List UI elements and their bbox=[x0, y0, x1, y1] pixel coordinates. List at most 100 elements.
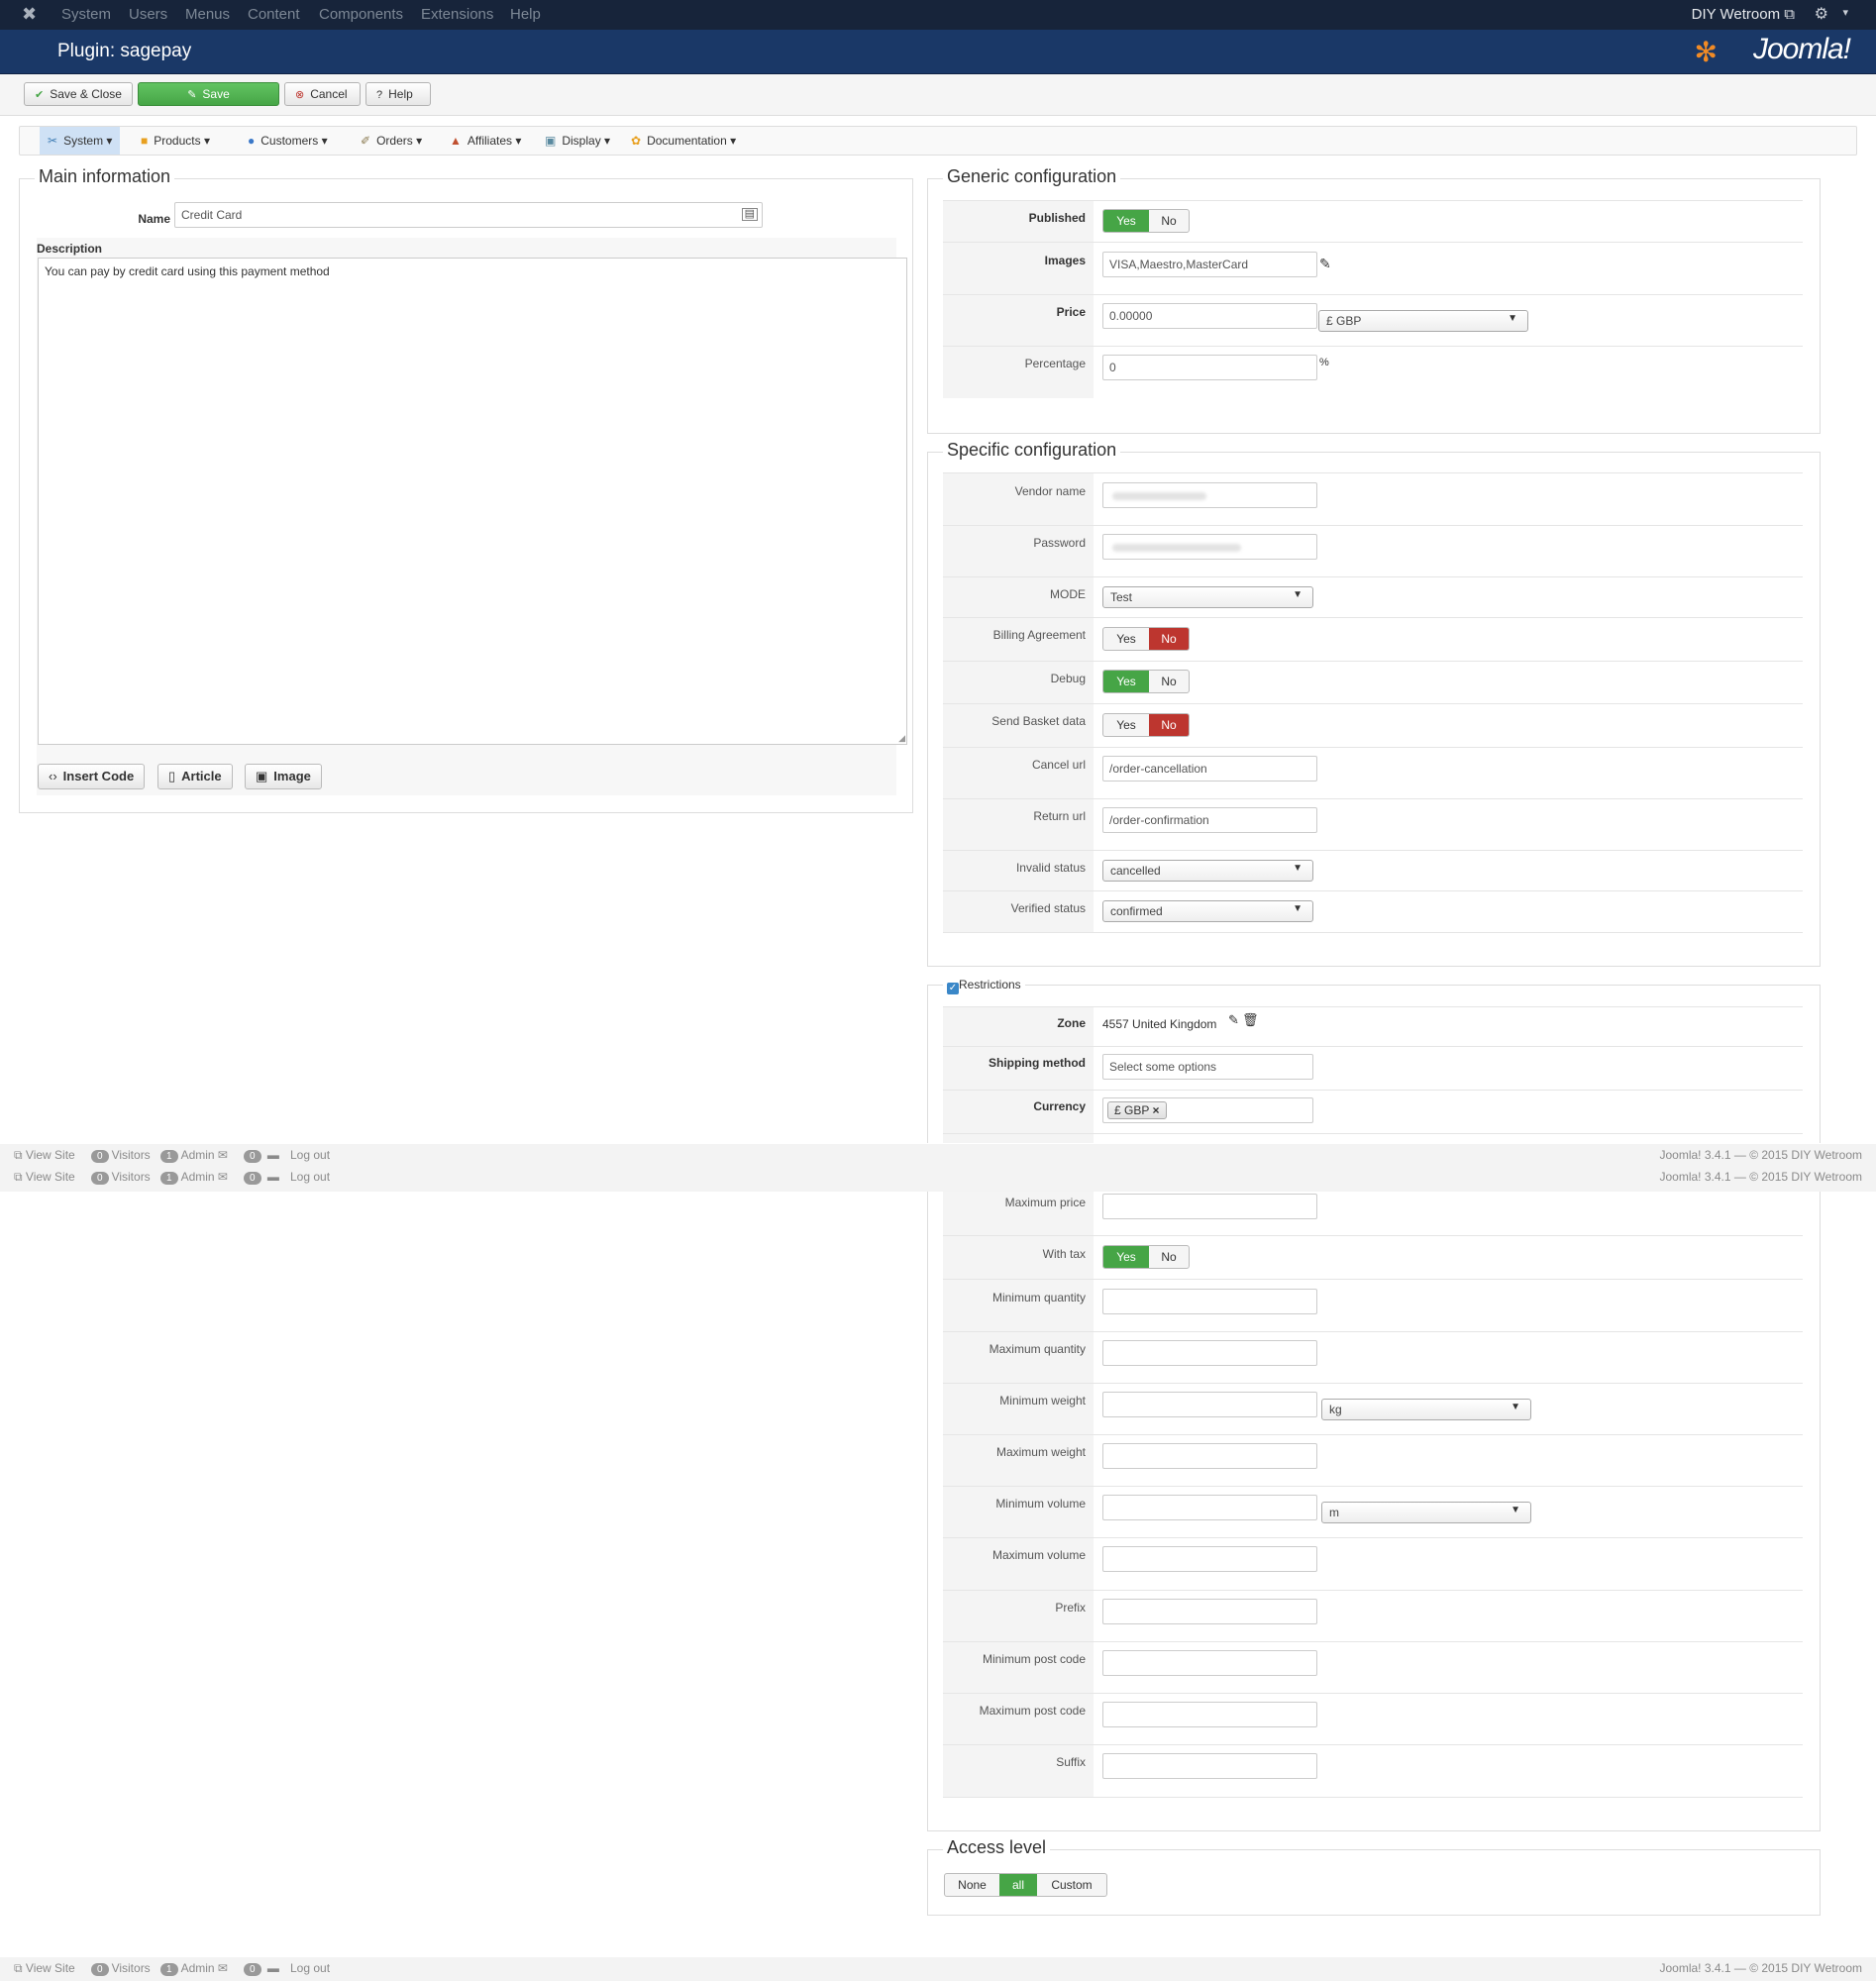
row-divider bbox=[943, 1434, 1803, 1435]
nav-products[interactable]: ■ Products ▾ bbox=[133, 127, 218, 155]
menu-content[interactable]: Content bbox=[248, 6, 300, 23]
debug-toggle[interactable]: Yes No bbox=[1102, 670, 1190, 693]
restrictions-checkbox[interactable]: ✓ bbox=[947, 983, 959, 994]
row-divider bbox=[943, 1797, 1803, 1798]
affiliates-icon: ▲ bbox=[450, 134, 462, 148]
prefix-label: Prefix bbox=[1055, 1601, 1086, 1615]
view-site-link[interactable]: ⧉ View Site bbox=[14, 1148, 75, 1163]
weight-unit-select[interactable]: kg ▼ bbox=[1321, 1399, 1531, 1420]
password-label: Password bbox=[1033, 536, 1086, 550]
messages-count[interactable]: 0 ▬ bbox=[244, 1170, 279, 1185]
nav-affiliates[interactable]: ▲ Affiliates ▾ bbox=[442, 127, 529, 155]
view-site-link[interactable]: ⧉ View Site bbox=[14, 1961, 75, 1976]
maximum-weight-input[interactable] bbox=[1102, 1443, 1317, 1469]
basket-yes[interactable]: Yes bbox=[1103, 714, 1149, 736]
messages-count[interactable]: 0 ▬ bbox=[244, 1961, 279, 1976]
with-tax-yes[interactable]: Yes bbox=[1103, 1246, 1149, 1268]
nav-orders[interactable]: ✐ Orders ▾ bbox=[353, 127, 430, 155]
site-link[interactable]: DIY Wetroom ⧉ bbox=[1692, 6, 1795, 23]
with-tax-toggle[interactable]: Yes No bbox=[1102, 1245, 1190, 1269]
caret-down-icon[interactable]: ▾ bbox=[1842, 6, 1848, 19]
return-url-input[interactable]: /order-confirmation bbox=[1102, 807, 1317, 833]
nav-customers[interactable]: ● Customers ▾ bbox=[240, 127, 336, 155]
mode-select[interactable]: Test ▼ bbox=[1102, 586, 1313, 608]
menu-extensions[interactable]: Extensions bbox=[421, 6, 493, 23]
price-currency-select[interactable]: £ GBP ▼ bbox=[1318, 310, 1528, 332]
maximum-post-code-input[interactable] bbox=[1102, 1702, 1317, 1727]
image-button[interactable]: ▣ Image bbox=[245, 764, 322, 789]
billing-no[interactable]: No bbox=[1149, 628, 1189, 650]
trash-icon[interactable]: 🗑 bbox=[1242, 1012, 1259, 1028]
logout-link[interactable]: Log out bbox=[290, 1961, 330, 1975]
access-custom[interactable]: Custom bbox=[1037, 1874, 1106, 1896]
debug-no[interactable]: No bbox=[1149, 671, 1189, 692]
minimum-weight-input[interactable] bbox=[1102, 1392, 1317, 1417]
verified-status-select[interactable]: confirmed ▼ bbox=[1102, 900, 1313, 922]
minimum-volume-label: Minimum volume bbox=[995, 1497, 1086, 1511]
logout-link[interactable]: Log out bbox=[290, 1148, 330, 1162]
shipping-method-select[interactable]: Select some options bbox=[1102, 1054, 1313, 1080]
minimum-post-code-input[interactable] bbox=[1102, 1650, 1317, 1676]
resize-handle-icon[interactable]: ◢ bbox=[898, 733, 905, 744]
language-icon[interactable]: ▤ bbox=[741, 208, 758, 221]
row-divider bbox=[943, 525, 1803, 526]
save-close-button[interactable]: ✔ Save & Close bbox=[24, 82, 133, 106]
maximum-volume-input[interactable] bbox=[1102, 1546, 1317, 1572]
volume-unit-select[interactable]: m ▼ bbox=[1321, 1502, 1531, 1523]
pencil-icon[interactable]: ✎ bbox=[1228, 1012, 1239, 1028]
bottom-status-bar: ⧉ View Site 0 Visitors 1 Admin ✉ 0 ▬ Log o… bbox=[0, 1957, 1876, 1981]
specific-configuration-legend: Specific configuration bbox=[943, 440, 1121, 461]
maximum-price-input[interactable] bbox=[1102, 1194, 1317, 1219]
send-basket-toggle[interactable]: Yes No bbox=[1102, 713, 1190, 737]
description-textarea[interactable]: You can pay by credit card using this pa… bbox=[38, 258, 907, 745]
debug-yes[interactable]: Yes bbox=[1103, 671, 1149, 692]
messages-count[interactable]: 0 ▬ bbox=[244, 1148, 279, 1163]
insert-code-button[interactable]: ‹› Insert Code bbox=[38, 764, 146, 789]
nav-documentation[interactable]: ✿ Documentation ▾ bbox=[623, 127, 744, 155]
minimum-quantity-input[interactable] bbox=[1102, 1289, 1317, 1314]
joomla-icon[interactable]: ✖ bbox=[22, 4, 37, 25]
cancel-button[interactable]: ⊗ Cancel bbox=[284, 82, 361, 106]
published-no[interactable]: No bbox=[1149, 210, 1189, 232]
logout-link[interactable]: Log out bbox=[290, 1170, 330, 1184]
access-none[interactable]: None bbox=[945, 1874, 999, 1896]
menu-help[interactable]: Help bbox=[510, 6, 541, 23]
save-label: Save bbox=[202, 87, 230, 101]
maximum-quantity-input[interactable] bbox=[1102, 1340, 1317, 1366]
price-input[interactable]: 0.00000 bbox=[1102, 303, 1317, 329]
images-input[interactable]: VISA,Maestro,MasterCard bbox=[1102, 252, 1317, 277]
published-toggle[interactable]: Yes No bbox=[1102, 209, 1190, 233]
pencil-icon[interactable]: ✎ bbox=[1319, 256, 1331, 272]
name-input[interactable]: Credit Card ▤ bbox=[174, 202, 763, 228]
verified-status-label: Verified status bbox=[1010, 901, 1086, 915]
minimum-volume-input[interactable] bbox=[1102, 1495, 1317, 1520]
copyright-label: © 2015 DIY Wetroom bbox=[1749, 1148, 1862, 1162]
save-button[interactable]: ✎ Save bbox=[138, 82, 279, 106]
remove-icon[interactable]: × bbox=[1152, 1103, 1159, 1117]
cancel-url-input[interactable]: /order-cancellation bbox=[1102, 756, 1317, 782]
prefix-input[interactable] bbox=[1102, 1599, 1317, 1624]
with-tax-no[interactable]: No bbox=[1149, 1246, 1189, 1268]
access-all[interactable]: all bbox=[999, 1874, 1037, 1896]
billing-yes[interactable]: Yes bbox=[1103, 628, 1149, 650]
article-button[interactable]: ▯ Article bbox=[157, 764, 233, 789]
menu-users[interactable]: Users bbox=[129, 6, 167, 23]
menu-menus[interactable]: Menus bbox=[185, 6, 230, 23]
menu-components[interactable]: Components bbox=[319, 6, 403, 23]
menu-system[interactable]: System bbox=[61, 6, 111, 23]
suffix-input[interactable] bbox=[1102, 1753, 1317, 1779]
gear-icon[interactable]: ⚙ bbox=[1815, 4, 1828, 24]
access-level-toggle[interactable]: None all Custom bbox=[944, 1873, 1107, 1897]
row-divider bbox=[943, 1235, 1803, 1236]
nav-display[interactable]: ▣ Display ▾ bbox=[537, 127, 618, 155]
help-button[interactable]: ? Help bbox=[365, 82, 431, 106]
percentage-input[interactable]: 0 bbox=[1102, 355, 1317, 380]
published-yes[interactable]: Yes bbox=[1103, 210, 1149, 232]
nav-system[interactable]: ✂ System ▾ bbox=[40, 127, 121, 155]
billing-agreement-toggle[interactable]: Yes No bbox=[1102, 627, 1190, 651]
return-url-label: Return url bbox=[1033, 809, 1086, 823]
invalid-status-select[interactable]: cancelled ▼ bbox=[1102, 860, 1313, 882]
vendor-name-redacted bbox=[1112, 492, 1206, 500]
basket-no[interactable]: No bbox=[1149, 714, 1189, 736]
view-site-link[interactable]: ⧉ View Site bbox=[14, 1170, 75, 1185]
